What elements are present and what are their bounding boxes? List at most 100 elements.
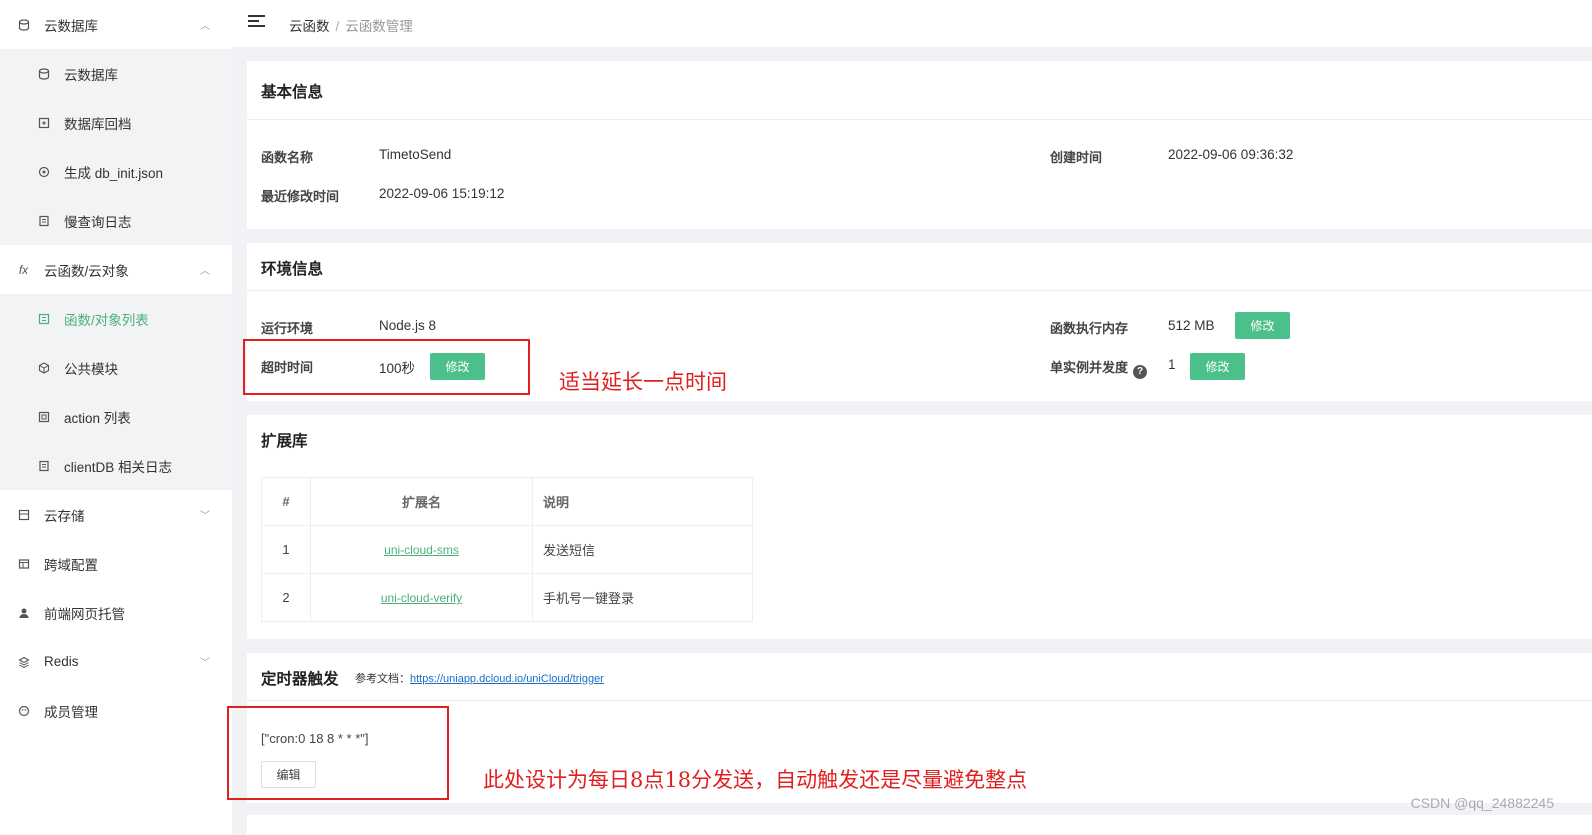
- sidebar-item-function-list[interactable]: 函数/对象列表: [0, 294, 232, 343]
- sidebar-item-action-list[interactable]: action 列表: [0, 392, 232, 441]
- sidebar-item-label: 云函数/云对象: [44, 263, 129, 279]
- database-icon: [37, 67, 50, 80]
- row-number: 2: [261, 573, 311, 622]
- extension-link[interactable]: uni-cloud-verify: [381, 591, 462, 605]
- sidebar-item-members[interactable]: 成员管理: [0, 686, 232, 735]
- timer-trigger-title: 定时器触发: [261, 671, 339, 688]
- generate-icon: [37, 165, 50, 178]
- list-icon: [37, 312, 50, 325]
- sidebar-item-label: 函数/对象列表: [64, 312, 149, 328]
- sidebar-item-label: 生成 db_init.json: [64, 165, 164, 181]
- sidebar-item-cloud-db-group[interactable]: 云数据库 ︿: [0, 0, 232, 49]
- extension-name-cell: uni-cloud-verify: [310, 573, 533, 622]
- annotation-box-timeout: [243, 339, 530, 395]
- environment-title: 环境信息: [261, 261, 324, 278]
- edit-concurrency-button[interactable]: 修改: [1190, 353, 1245, 380]
- concurrency-value: 1: [1168, 357, 1176, 372]
- sidebar-item-cloud-db[interactable]: 云数据库: [0, 49, 232, 98]
- chevron-up-icon: ︿: [200, 21, 210, 32]
- cors-icon: [17, 557, 30, 570]
- sidebar-item-label: 云存储: [44, 508, 85, 524]
- sidebar-item-cloud-storage[interactable]: 云存储 ﹀: [0, 490, 232, 539]
- action-icon: [37, 410, 50, 423]
- sidebar-item-common-module[interactable]: 公共模块: [0, 343, 232, 392]
- sidebar-item-db-init[interactable]: 生成 db_init.json: [0, 147, 232, 196]
- chevron-down-icon: ﹀: [200, 658, 210, 669]
- breadcrumb: 云函数 / 云函数管理: [289, 15, 413, 35]
- sidebar-item-label: Redis: [44, 654, 79, 669]
- sidebar-item-cloud-function-group[interactable]: fx 云函数/云对象 ︿: [0, 245, 232, 294]
- hosting-icon: [17, 606, 30, 619]
- edit-memory-button[interactable]: 修改: [1235, 312, 1290, 339]
- created-time-label: 创建时间: [1050, 150, 1103, 165]
- sidebar-item-label: 云数据库: [44, 18, 98, 34]
- extensions-table: # 扩展名 说明 1 uni-cloud-sms 发送短信 2 uni-clou…: [261, 477, 753, 622]
- extension-name-cell: uni-cloud-sms: [310, 525, 533, 574]
- reference-doc-label: 参考文档：: [355, 673, 410, 685]
- chevron-up-icon: ︿: [200, 266, 210, 277]
- table-header-row: # 扩展名 说明: [261, 477, 753, 526]
- menu-fold-icon[interactable]: [248, 14, 265, 29]
- extension-description: 手机号一键登录: [532, 573, 753, 622]
- table-row: 2 uni-cloud-verify 手机号一键登录: [261, 573, 753, 622]
- reference-doc-link[interactable]: https://uniapp.dcloud.io/uniCloud/trigge…: [410, 673, 604, 685]
- sidebar-item-label: 前端网页托管: [44, 606, 125, 622]
- extension-description: 发送短信: [532, 525, 753, 574]
- annotation-note-timeout: 适当延长一点时间: [559, 370, 727, 394]
- member-icon: [17, 704, 30, 717]
- sidebar-item-label: 慢查询日志: [64, 214, 132, 230]
- sidebar-item-label: 数据库回档: [64, 116, 132, 132]
- annotation-box-cron: [227, 706, 449, 800]
- chevron-down-icon: ﹀: [200, 511, 210, 522]
- sidebar-item-redis[interactable]: Redis ﹀: [0, 637, 232, 686]
- breadcrumb-root[interactable]: 云函数: [289, 19, 330, 34]
- sidebar-item-label: action 列表: [64, 410, 131, 426]
- runtime-value: Node.js 8: [379, 318, 437, 333]
- sidebar-item-label: 云数据库: [64, 67, 118, 83]
- sidebar-item-db-restore[interactable]: 数据库回档: [0, 98, 232, 147]
- database-icon: [17, 18, 30, 31]
- column-header-number: #: [261, 477, 311, 526]
- storage-icon: [17, 508, 30, 521]
- table-row: 1 uni-cloud-sms 发送短信: [261, 525, 753, 574]
- extension-link[interactable]: uni-cloud-sms: [384, 543, 459, 557]
- sidebar-item-web-hosting[interactable]: 前端网页托管: [0, 588, 232, 637]
- divider: [247, 700, 1592, 701]
- fx-icon: fx: [18, 262, 29, 277]
- top-bar: 云函数 / 云函数管理: [232, 0, 1592, 47]
- sidebar-item-label: 成员管理: [44, 704, 98, 720]
- extensions-card: 扩展库 # 扩展名 说明 1 uni-cloud-sms 发送短信 2 uni-…: [247, 415, 1592, 639]
- breadcrumb-separator: /: [335, 19, 340, 34]
- next-card-edge: [247, 815, 1592, 835]
- function-name-label: 函数名称: [261, 150, 314, 165]
- sidebar-item-slow-query-log[interactable]: 慢查询日志: [0, 196, 232, 245]
- sidebar: 云数据库 ︿ 云数据库 数据库回档 生成 db_init.json 慢查询日志 …: [0, 0, 232, 835]
- modified-time-label: 最近修改时间: [261, 189, 340, 204]
- reference-doc: 参考文档：https://uniapp.dcloud.io/uniCloud/t…: [355, 670, 604, 686]
- memory-label: 函数执行内存: [1050, 321, 1129, 336]
- annotation-note-cron: 此处设计为每日8点18分发送，自动触发还是尽量避免整点: [483, 768, 1028, 792]
- sidebar-item-cors[interactable]: 跨域配置: [0, 539, 232, 588]
- memory-value: 512 MB: [1168, 318, 1215, 333]
- help-icon[interactable]: ?: [1133, 364, 1148, 379]
- extensions-title: 扩展库: [261, 433, 308, 450]
- log-icon: [37, 459, 50, 472]
- basic-info-title: 基本信息: [261, 84, 324, 101]
- row-number: 1: [261, 525, 311, 574]
- concurrency-label-text: 单实例并发度: [1050, 360, 1129, 375]
- sidebar-item-label: 跨域配置: [44, 557, 98, 573]
- column-header-description: 说明: [532, 477, 753, 526]
- column-header-name: 扩展名: [310, 477, 533, 526]
- divider: [247, 290, 1592, 291]
- basic-info-card: 基本信息 函数名称 TimetoSend 创建时间 2022-09-06 09:…: [247, 61, 1592, 229]
- runtime-label: 运行环境: [261, 321, 314, 336]
- sidebar-item-clientdb-log[interactable]: clientDB 相关日志: [0, 441, 232, 490]
- sidebar-item-label: clientDB 相关日志: [64, 459, 173, 475]
- breadcrumb-current: 云函数管理: [345, 19, 413, 34]
- log-icon: [37, 214, 50, 227]
- redis-icon: [17, 655, 30, 668]
- modified-time-value: 2022-09-06 15:19:12: [379, 186, 505, 201]
- watermark: CSDN @qq_24882245: [1410, 795, 1554, 811]
- restore-icon: [37, 116, 50, 129]
- concurrency-label: 单实例并发度?: [1050, 357, 1148, 379]
